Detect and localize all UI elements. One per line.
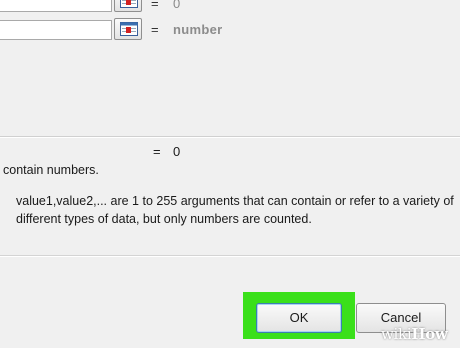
formula-result-value: 0 [173,144,181,159]
function-description: contain numbers. [3,163,99,177]
formula-result-equals: = [153,144,161,159]
argument-input-1[interactable] [0,0,112,12]
wikihow-watermark: wikiHow [381,325,448,343]
collapse-dialog-icon [120,22,138,36]
collapse-dialog-icon [120,0,138,8]
ok-button[interactable]: OK [256,303,342,333]
argument-1-value-hint: 0 [173,0,181,11]
argument-description-line-1: value1,value2,... are 1 to 255 arguments… [16,194,454,208]
argument-2-value-hint: number [173,22,223,37]
argument-1-equals: = [151,0,159,11]
argument-description: value1,value2,... are 1 to 255 arguments… [16,192,456,228]
argument-2-equals: = [151,22,159,37]
separator-top [0,136,460,138]
argument-name-label: : [0,193,1,207]
watermark-prefix: wiki [381,325,412,343]
argument-input-2[interactable] [0,20,112,40]
range-selector-button-2[interactable] [114,18,142,40]
separator-bottom [0,255,460,257]
argument-description-line-2: different types of data, but only number… [16,212,312,226]
range-selector-button-1[interactable] [114,0,142,12]
watermark-suffix: How [411,325,448,343]
